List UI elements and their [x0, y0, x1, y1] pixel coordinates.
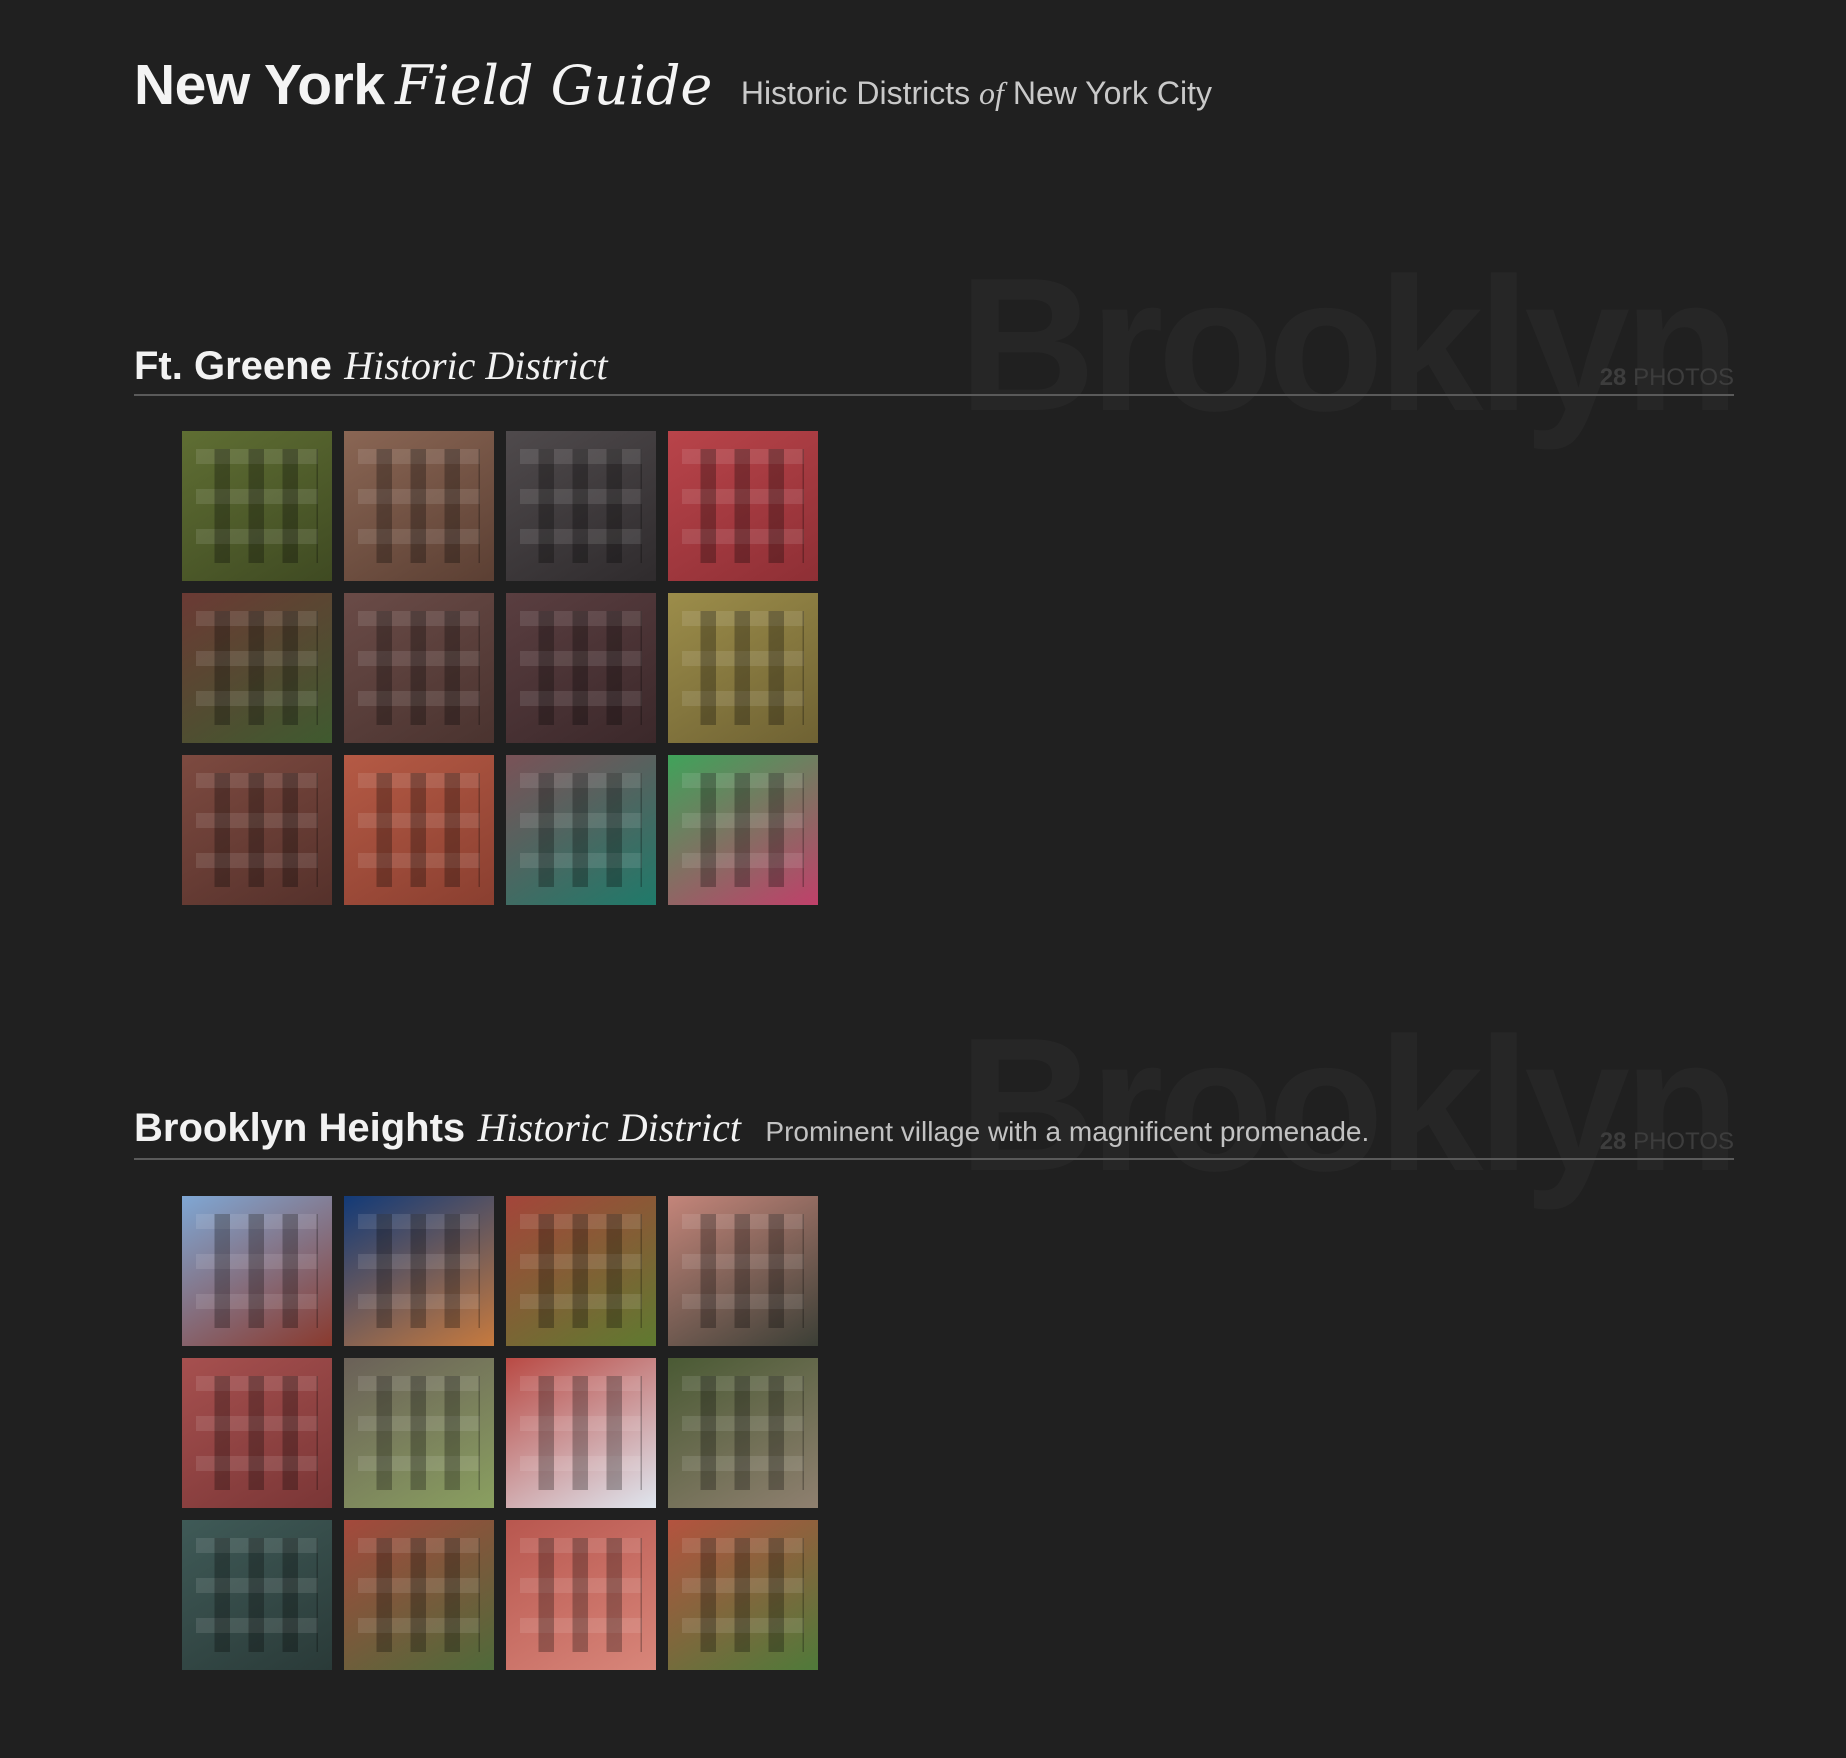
photo-thumbnail[interactable] [182, 431, 332, 581]
district-heading: Brooklyn Heights Historic District Promi… [134, 1104, 1734, 1160]
photo-count-number: 28 [1599, 1128, 1627, 1155]
photo-thumbnail[interactable] [506, 755, 656, 905]
photo-texture [196, 611, 318, 725]
brand-subtitle[interactable]: Field Guide [395, 54, 712, 117]
photo-thumbnail[interactable] [668, 755, 818, 905]
photo-thumbnail[interactable] [182, 593, 332, 743]
photo-thumbnail[interactable] [668, 1196, 818, 1346]
district-description: Prominent village with a magnificent pro… [765, 1116, 1370, 1147]
photo-thumbnail[interactable] [344, 1196, 494, 1346]
district-section-brooklyn-heights: Brooklyn Brooklyn Heights Historic Distr… [134, 1010, 1740, 1690]
district-type: Historic District [477, 1105, 741, 1150]
photo-thumbnail[interactable] [182, 1520, 332, 1670]
photo-texture [520, 611, 642, 725]
photo-texture [358, 1538, 480, 1652]
photo-texture [196, 1538, 318, 1652]
photo-thumbnail[interactable] [344, 431, 494, 581]
photo-grid [182, 1196, 818, 1670]
district-type: Historic District [344, 343, 608, 388]
photo-texture [682, 1538, 804, 1652]
photo-thumbnail[interactable] [182, 755, 332, 905]
photo-texture [682, 1376, 804, 1490]
photo-texture [358, 773, 480, 887]
photo-count-label: PHOTOS [1633, 1128, 1734, 1155]
tagline-city: New York City [1012, 75, 1213, 111]
district-section-ft-greene: Brooklyn Ft. Greene Historic District 28… [134, 250, 1740, 910]
photo-thumbnail[interactable] [668, 1520, 818, 1670]
photo-texture [682, 449, 804, 563]
district-name[interactable]: Ft. Greene [134, 344, 332, 388]
tagline-text: Historic Districts [740, 75, 971, 111]
photo-thumbnail[interactable] [506, 593, 656, 743]
brand-title[interactable]: New York [134, 53, 385, 117]
photo-thumbnail[interactable] [344, 1358, 494, 1508]
photo-texture [520, 773, 642, 887]
photo-texture [196, 449, 318, 563]
photo-texture [196, 1376, 318, 1490]
photo-texture [520, 1538, 642, 1652]
photo-texture [520, 449, 642, 563]
tagline-of: of [979, 75, 1004, 111]
photo-thumbnail[interactable] [344, 755, 494, 905]
photo-texture [196, 1214, 318, 1328]
district-heading: Ft. Greene Historic District 28 PHOTOS [134, 342, 1734, 396]
photo-texture [196, 773, 318, 887]
photo-texture [520, 1376, 642, 1490]
photo-texture [682, 773, 804, 887]
photo-texture [682, 1214, 804, 1328]
site-header: New York Field Guide Historic Districts … [134, 52, 1212, 118]
photo-thumbnail[interactable] [344, 593, 494, 743]
photo-texture [358, 611, 480, 725]
photo-thumbnail[interactable] [344, 1520, 494, 1670]
photo-count-number: 28 [1599, 364, 1627, 391]
photo-texture [358, 1376, 480, 1490]
photo-thumbnail[interactable] [506, 1520, 656, 1670]
photo-thumbnail[interactable] [506, 1358, 656, 1508]
district-name[interactable]: Brooklyn Heights [134, 1106, 465, 1150]
photo-thumbnail[interactable] [506, 1196, 656, 1346]
photo-count-label: PHOTOS [1633, 364, 1734, 391]
photo-texture [520, 1214, 642, 1328]
photo-grid [182, 431, 818, 905]
photo-thumbnail[interactable] [506, 431, 656, 581]
photo-thumbnail[interactable] [668, 1358, 818, 1508]
photo-thumbnail[interactable] [182, 1196, 332, 1346]
photo-count[interactable]: 28 PHOTOS [1600, 364, 1734, 392]
site-tagline: Historic Districts of New York City [741, 75, 1212, 111]
photo-thumbnail[interactable] [668, 431, 818, 581]
photo-texture [358, 1214, 480, 1328]
photo-thumbnail[interactable] [668, 593, 818, 743]
photo-texture [682, 611, 804, 725]
photo-count[interactable]: 28 PHOTOS [1600, 1128, 1734, 1156]
photo-thumbnail[interactable] [182, 1358, 332, 1508]
photo-texture [358, 449, 480, 563]
